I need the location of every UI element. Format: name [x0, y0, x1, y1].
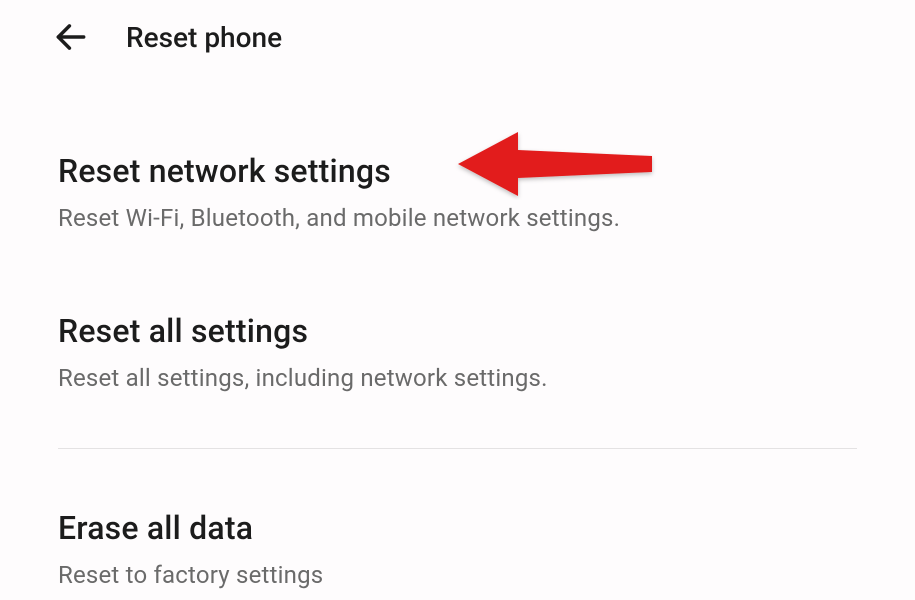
erase-all-data-option[interactable]: Erase all data Reset to factory settings [58, 459, 857, 597]
option-title: Erase all data [58, 509, 857, 547]
reset-network-settings-option[interactable]: Reset network settings Reset Wi-Fi, Blue… [58, 74, 857, 240]
divider [58, 448, 857, 449]
option-subtitle: Reset all settings, including network se… [58, 364, 857, 392]
option-subtitle: Reset Wi-Fi, Bluetooth, and mobile netwo… [58, 204, 857, 232]
reset-all-settings-option[interactable]: Reset all settings Reset all settings, i… [58, 240, 857, 400]
page-title: Reset phone [126, 21, 282, 54]
back-arrow-icon[interactable] [52, 18, 90, 56]
settings-list: Reset network settings Reset Wi-Fi, Blue… [0, 74, 915, 597]
option-subtitle: Reset to factory settings [58, 561, 857, 589]
header: Reset phone [0, 0, 915, 74]
option-title: Reset all settings [58, 312, 857, 350]
option-title: Reset network settings [58, 152, 857, 190]
